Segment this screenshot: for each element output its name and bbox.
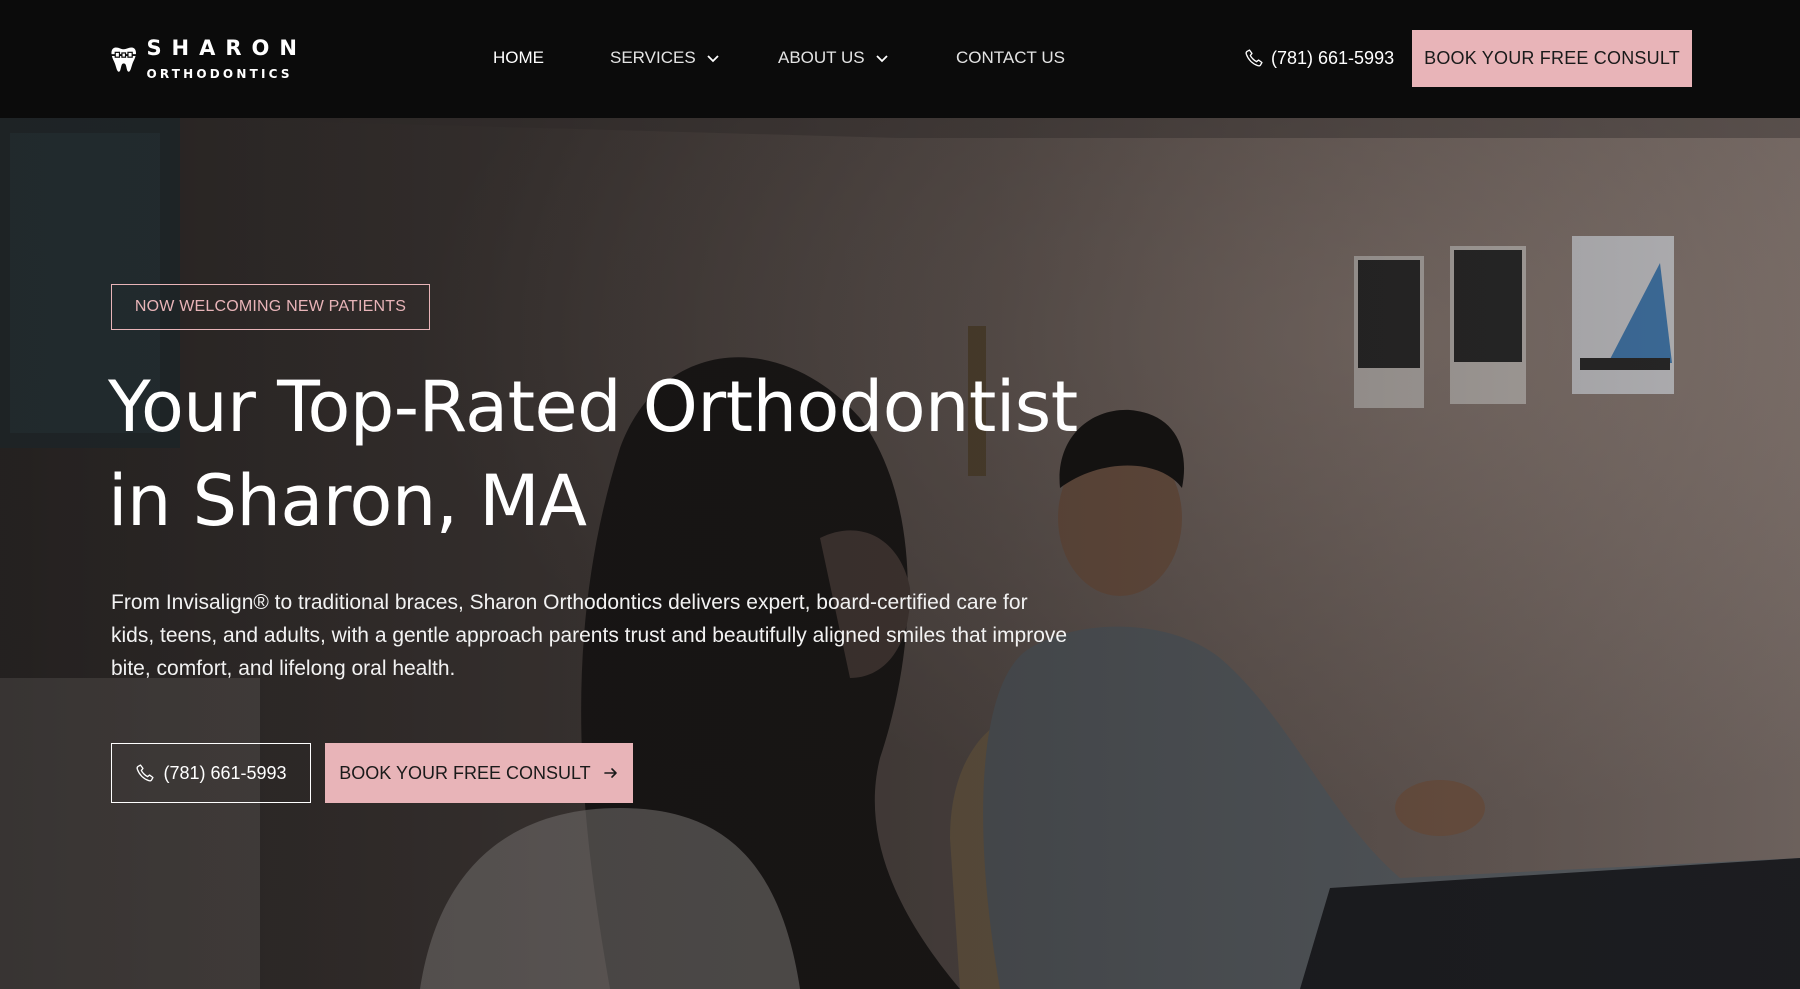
nav-item-label: CONTACT US [956,48,1065,67]
phone-icon [1245,49,1263,67]
brand-name-line2: ORTHODONTICS [146,67,293,81]
hero-section: NOW WELCOMING NEW PATIENTS Your Top-Rate… [0,118,1800,989]
nav-item-about-us[interactable]: ABOUT US [778,46,889,70]
hero-call-button[interactable]: (781) 661-5993 [111,743,311,803]
hero-book-consult-label: BOOK YOUR FREE CONSULT [339,762,591,783]
header-phone-link[interactable]: (781) 661-5993 [1244,44,1394,72]
nav-item-contact-us[interactable]: CONTACT US [956,46,1065,70]
chevron-down-icon [875,55,888,63]
brand-logo[interactable]: SHARON ORTHODONTICS [111,33,307,85]
nav-item-label: ABOUT US [778,48,865,67]
chevron-down-icon [707,55,719,63]
hero-heading-line2: in Sharon, MA [108,460,587,542]
tooth-with-braces-icon [111,47,137,72]
arrow-right-icon [603,768,617,778]
header-book-consult-button[interactable]: BOOK YOUR FREE CONSULT [1412,30,1692,87]
hero-dark-overlay [0,118,1800,989]
brand-wordmark: SHARON ORTHODONTICS [146,36,307,81]
phone-icon [136,764,155,782]
nav-item-label: SERVICES [610,48,696,67]
brand-name-line1: SHARON [146,36,307,60]
header-phone-number: (781) 661-5993 [1271,47,1395,68]
nav-item-services[interactable]: SERVICES [610,46,720,70]
site-header: SHARON ORTHODONTICS HOME SERVICES ABOUT … [0,0,1800,118]
hero-book-consult-button[interactable]: BOOK YOUR FREE CONSULT [325,743,633,803]
hero-description: From Invisalign® to traditional braces, … [111,591,1068,680]
new-patients-badge: NOW WELCOMING NEW PATIENTS [111,284,430,330]
nav-item-home[interactable]: HOME [493,46,544,70]
hero-call-button-label: (781) 661-5993 [163,762,287,783]
hero-heading-line1: Your Top-Rated Orthodontist [108,366,1078,448]
hero-heading: Your Top-Rated Orthodontist in Sharon, M… [108,360,1088,548]
nav-item-label: HOME [493,48,544,67]
